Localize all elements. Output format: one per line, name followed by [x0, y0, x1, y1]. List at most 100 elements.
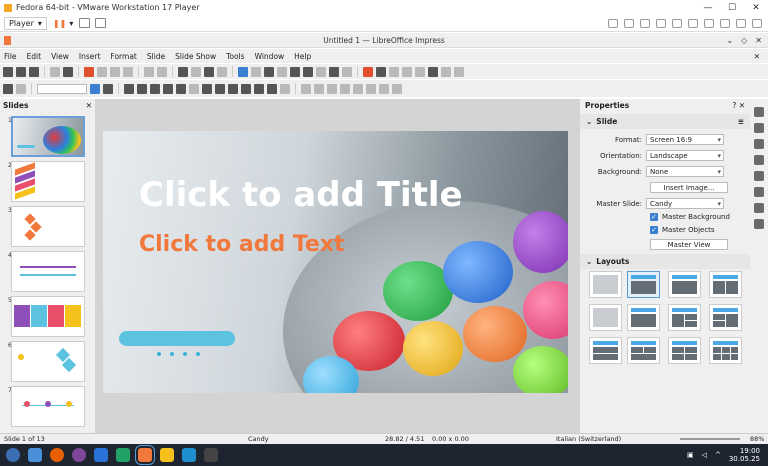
master-slide-dropdown[interactable]: Candy — [646, 198, 724, 209]
slide-thumbnail-5[interactable] — [11, 296, 85, 337]
layout-title-content-over[interactable] — [627, 337, 660, 364]
symbol-shapes-icon[interactable] — [215, 83, 225, 94]
arrange-icon[interactable] — [415, 66, 425, 77]
print-icon[interactable] — [63, 66, 73, 77]
layout-blank[interactable] — [589, 271, 622, 298]
image-icon[interactable] — [290, 66, 300, 77]
slide-thumbnail-3[interactable] — [11, 206, 85, 247]
close-icon[interactable]: ✕ — [744, 3, 768, 13]
master-background-checkbox[interactable]: ✓ Master Background — [650, 213, 730, 221]
orientation-dropdown[interactable]: Landscape — [646, 150, 724, 161]
menu-view[interactable]: View — [51, 52, 69, 61]
basic-shapes-icon[interactable] — [202, 83, 212, 94]
menu-format[interactable]: Format — [110, 52, 136, 61]
player-menu-button[interactable]: Player ▾ — [4, 16, 47, 30]
layout-title-content-2-content[interactable] — [709, 304, 742, 331]
table-icon[interactable] — [277, 66, 287, 77]
helplines-icon[interactable] — [217, 66, 227, 77]
open-icon[interactable] — [16, 66, 26, 77]
slide-thumbnail-2[interactable] — [11, 161, 85, 202]
save-icon[interactable] — [29, 66, 39, 77]
layouts-section-header[interactable]: ⌄ Layouts — [580, 254, 750, 269]
line-tool-icon[interactable] — [124, 83, 134, 94]
stars-icon[interactable] — [267, 83, 277, 94]
minimize-icon[interactable]: — — [696, 3, 720, 13]
distribute-icon[interactable] — [340, 83, 350, 94]
master-objects-checkbox[interactable]: ✓ Master Objects — [650, 226, 715, 234]
maximize-icon[interactable]: ◇ — [741, 36, 747, 45]
title-placeholder[interactable]: Click to add Title — [139, 175, 531, 215]
rotate-icon[interactable] — [301, 83, 311, 94]
impress-taskbar-icon[interactable] — [135, 445, 155, 465]
fontwork-icon[interactable] — [342, 66, 352, 77]
clock[interactable]: 19:00 30.05.25 — [729, 447, 760, 463]
new-icon[interactable] — [3, 66, 13, 77]
textbox-icon[interactable] — [316, 66, 326, 77]
points-icon[interactable] — [392, 83, 402, 94]
close-pane-icon[interactable]: ✕ — [86, 101, 92, 110]
layout-title-content-2[interactable] — [668, 271, 701, 298]
transformations-icon[interactable] — [363, 66, 373, 77]
line-icon[interactable] — [376, 66, 386, 77]
device-icon[interactable] — [720, 18, 730, 28]
close-document-icon[interactable]: ✕ — [754, 52, 760, 61]
shadow-tool-icon[interactable] — [353, 83, 363, 94]
fullscreen-icon[interactable] — [95, 18, 107, 28]
cut-icon[interactable] — [84, 66, 94, 77]
block-arrows-icon[interactable] — [228, 83, 238, 94]
device-icon[interactable] — [656, 18, 666, 28]
arrow-icon[interactable] — [163, 83, 173, 94]
send-ctrl-alt-del-icon[interactable] — [79, 18, 91, 28]
close-sidebar-icon[interactable]: ? ✕ — [732, 101, 745, 110]
chart-icon[interactable] — [303, 66, 313, 77]
language-status[interactable]: Italian (Switzerland) — [556, 435, 621, 443]
menu-insert[interactable]: Insert — [79, 52, 101, 61]
filter-icon[interactable] — [454, 66, 464, 77]
menu-slide-show[interactable]: Slide Show — [175, 52, 216, 61]
connector-icon[interactable] — [189, 83, 199, 94]
navigator-deck-icon[interactable] — [754, 155, 764, 165]
restore-icon[interactable]: ⌄ — [726, 36, 733, 45]
crop-tool-icon[interactable] — [366, 83, 376, 94]
spelling-icon[interactable] — [191, 66, 201, 77]
paste-icon[interactable] — [110, 66, 120, 77]
start-show-icon[interactable] — [264, 66, 274, 77]
device-icon[interactable] — [688, 18, 698, 28]
properties-deck-icon[interactable] — [754, 107, 764, 117]
insert-image-button[interactable]: Insert Image... — [650, 182, 728, 193]
display-views-icon[interactable] — [238, 66, 248, 77]
clone-icon[interactable] — [123, 66, 133, 77]
fedora-start-icon[interactable] — [6, 448, 20, 462]
folder-icon[interactable] — [182, 448, 196, 462]
shapes-deck-icon[interactable] — [754, 171, 764, 181]
master-view-button[interactable]: Master View — [650, 239, 728, 250]
layout-title-2-content-content[interactable] — [668, 304, 701, 331]
volume-icon[interactable]: ◁ — [702, 451, 707, 459]
slide-thumbnail-6[interactable] — [11, 341, 85, 382]
slide-transition-deck-icon[interactable] — [754, 187, 764, 197]
select-icon[interactable] — [3, 83, 13, 94]
styles-deck-icon[interactable] — [754, 123, 764, 133]
layout-title-2-content-over[interactable] — [589, 337, 622, 364]
find-icon[interactable] — [178, 66, 188, 77]
network-icon[interactable]: ▣ — [687, 451, 694, 459]
menu-tools[interactable]: Tools — [226, 52, 244, 61]
grid-icon[interactable] — [204, 66, 214, 77]
show-hidden-icon[interactable]: ^ — [715, 451, 721, 459]
align-icon[interactable] — [402, 66, 412, 77]
zoom-slider[interactable] — [680, 438, 740, 440]
menu-help[interactable]: Help — [294, 52, 311, 61]
device-icon[interactable] — [704, 18, 714, 28]
draw-icon[interactable] — [160, 448, 174, 462]
terminal-icon[interactable] — [204, 448, 218, 462]
master-slides-deck-icon[interactable] — [754, 219, 764, 229]
3d-objects-icon[interactable] — [280, 83, 290, 94]
layout-title-content[interactable] — [627, 271, 660, 298]
firefox-icon[interactable] — [50, 448, 64, 462]
callouts-icon[interactable] — [254, 83, 264, 94]
device-icon[interactable] — [624, 18, 634, 28]
format-dropdown[interactable]: Screen 16:9 — [646, 134, 724, 145]
device-icon[interactable] — [640, 18, 650, 28]
more-options-icon[interactable]: ≡ — [738, 117, 744, 126]
layout-title-only[interactable] — [589, 304, 622, 331]
